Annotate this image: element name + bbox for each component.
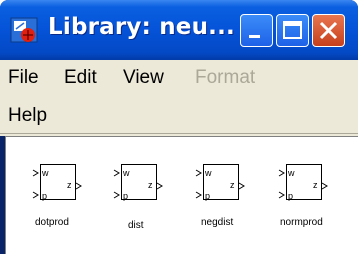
window-title: Library: neu... bbox=[48, 14, 235, 40]
simulink-library-window: Library: neu... File Edit View Format He… bbox=[0, 0, 358, 254]
block-dist-label: dist bbox=[128, 220, 144, 231]
close-button[interactable] bbox=[312, 14, 345, 47]
block-dotprod-port-p: p bbox=[42, 191, 48, 201]
maximize-icon bbox=[283, 21, 302, 39]
block-dist-port-z: z bbox=[148, 180, 153, 190]
block-negdist-ports-icon bbox=[195, 169, 245, 199]
menu-format: Format bbox=[195, 67, 256, 88]
block-normprod-label: normprod bbox=[280, 217, 323, 228]
title-bar[interactable]: Library: neu... bbox=[0, 0, 358, 60]
menu-view[interactable]: View bbox=[123, 67, 164, 89]
menu-edit[interactable]: Edit bbox=[64, 67, 97, 89]
block-dotprod-port-z: z bbox=[67, 180, 72, 190]
block-negdist-port-p: p bbox=[205, 191, 211, 201]
block-negdist-port-z: z bbox=[230, 180, 235, 190]
block-dotprod-label: dotprod bbox=[35, 217, 69, 228]
maximize-button[interactable] bbox=[276, 14, 309, 47]
simulink-app-icon bbox=[10, 17, 38, 43]
menu-help[interactable]: Help bbox=[8, 105, 47, 127]
block-dist-port-w: w bbox=[123, 168, 130, 178]
block-normprod-ports-icon bbox=[278, 169, 328, 199]
block-negdist-label: negdist bbox=[201, 217, 234, 228]
close-icon bbox=[319, 21, 338, 40]
block-dist-ports-icon bbox=[113, 169, 163, 199]
menu-file[interactable]: File bbox=[8, 67, 39, 89]
block-dotprod-port-w: w bbox=[42, 168, 49, 178]
block-normprod-port-p: p bbox=[288, 191, 294, 201]
minimize-button[interactable] bbox=[240, 14, 273, 47]
block-normprod-port-w: w bbox=[288, 168, 295, 178]
menu-bar: File Edit View Format Help bbox=[0, 60, 358, 134]
block-dist-port-p: p bbox=[123, 191, 129, 201]
block-negdist-port-w: w bbox=[205, 168, 212, 178]
minimize-icon bbox=[249, 35, 260, 38]
block-dotprod-ports-icon bbox=[32, 169, 82, 199]
block-normprod-port-z: z bbox=[313, 180, 318, 190]
